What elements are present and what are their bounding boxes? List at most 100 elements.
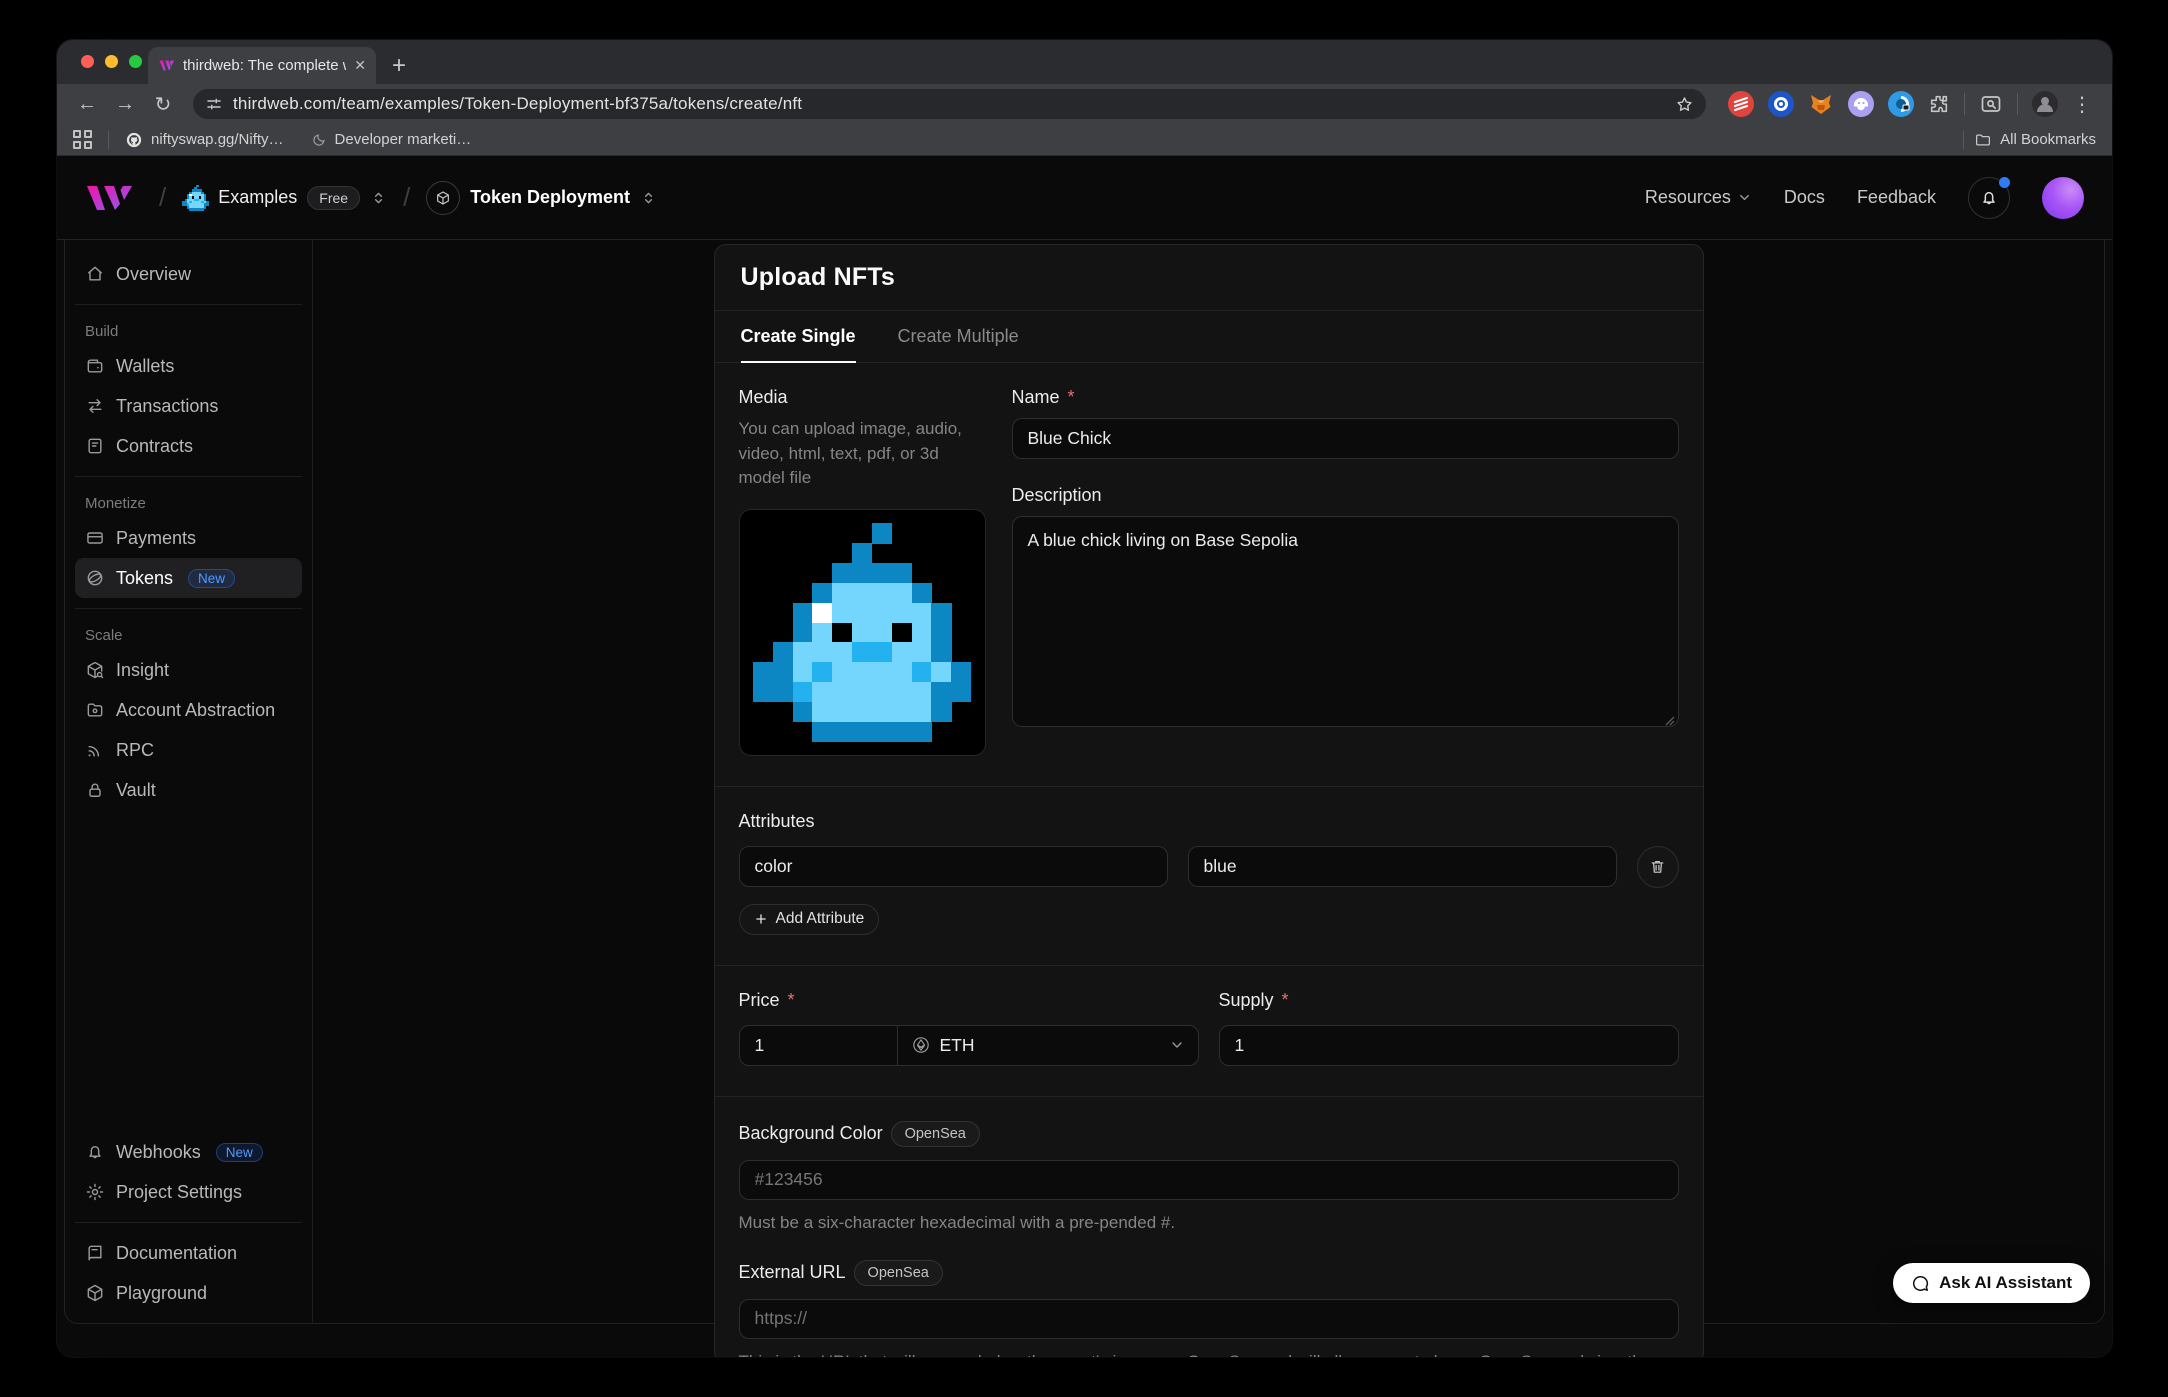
sidebar-item-webhooks[interactable]: Webhooks New [75, 1132, 302, 1172]
delete-attribute-button[interactable] [1637, 846, 1679, 888]
supply-input[interactable] [1219, 1025, 1679, 1066]
bookmark-label: Developer marketi… [335, 131, 472, 148]
apps-grid-icon[interactable] [73, 130, 92, 149]
bookmark-star-icon[interactable] [1675, 95, 1694, 114]
description-label: Description [1012, 485, 1679, 506]
sidebar-item-payments[interactable]: Payments [75, 518, 302, 558]
sidebar-item-label: Tokens [116, 568, 173, 589]
extensions-puzzle-icon[interactable] [1928, 93, 1950, 115]
ask-ai-assistant-button[interactable]: Ask AI Assistant [1893, 1263, 2090, 1303]
sidebar-item-account-abstraction[interactable]: Account Abstraction [75, 690, 302, 730]
browser-menu-kebab-icon[interactable]: ⋮ [2072, 88, 2092, 120]
sidebar-item-vault[interactable]: Vault [75, 770, 302, 810]
new-tab-button[interactable]: + [392, 47, 406, 84]
tab-search-icon[interactable] [1979, 92, 2003, 116]
chevron-down-icon [1169, 1037, 1185, 1053]
sidebar-item-label: Overview [116, 264, 191, 285]
chevron-up-down-icon[interactable] [640, 188, 657, 208]
panel-header: Upload NFTs [715, 245, 1703, 311]
price-amount-input[interactable] [740, 1026, 898, 1065]
nft-image-blue-chick [753, 523, 971, 741]
section-divider [715, 1096, 1703, 1097]
team-switcher[interactable]: Examples Free [182, 185, 387, 211]
sidebar-item-label: Account Abstraction [116, 700, 275, 721]
sidebar-item-rpc[interactable]: RPC [75, 730, 302, 770]
sidebar-item-label: Documentation [116, 1243, 237, 1264]
sidebar-divider [75, 608, 302, 609]
window-zoom-button[interactable] [129, 55, 142, 68]
window-minimize-button[interactable] [105, 55, 118, 68]
description-textarea[interactable] [1012, 516, 1679, 727]
back-button[interactable]: ← [71, 88, 103, 120]
sidebar-item-label: Vault [116, 780, 156, 801]
sidebar-item-label: Wallets [116, 356, 174, 377]
window-close-button[interactable] [81, 55, 94, 68]
sidebar-item-documentation[interactable]: Documentation [75, 1233, 302, 1273]
external-url-input[interactable] [739, 1299, 1679, 1339]
bookmark-item-developer[interactable]: Developer marketi… [312, 131, 472, 148]
ask-ai-assistant-label: Ask AI Assistant [1939, 1273, 2072, 1293]
nav-link-feedback[interactable]: Feedback [1857, 187, 1936, 208]
content-area: Upload NFTs Create Single Create Multipl… [313, 240, 2104, 1323]
project-switcher[interactable]: Token Deployment [426, 181, 657, 215]
attribute-name-input[interactable] [739, 846, 1168, 887]
tab-close-icon[interactable]: ✕ [354, 57, 366, 74]
notifications-button[interactable] [1968, 177, 2010, 219]
attribute-value-input[interactable] [1188, 846, 1617, 887]
reload-button[interactable]: ↻ [147, 88, 179, 120]
browser-profile-avatar[interactable] [2032, 91, 2058, 117]
sidebar-item-overview[interactable]: Overview [75, 254, 302, 294]
sidebar-item-transactions[interactable]: Transactions [75, 386, 302, 426]
sidebar-divider [75, 304, 302, 305]
plus-icon [754, 912, 768, 926]
media-helper: You can upload image, audio, video, html… [739, 417, 986, 491]
extension-metamask-icon[interactable] [1808, 91, 1834, 117]
thirdweb-logo[interactable] [85, 182, 143, 214]
eth-icon [911, 1035, 931, 1055]
bookmark-label: niftyswap.gg/Nifty… [151, 131, 284, 148]
tab-create-single[interactable]: Create Single [741, 311, 856, 363]
required-asterisk: * [1282, 990, 1289, 1011]
signal-icon [85, 740, 105, 760]
book-icon [85, 1243, 105, 1263]
new-badge: New [188, 569, 235, 588]
url-bar[interactable]: thirdweb.com/team/examples/Token-Deploym… [193, 89, 1706, 119]
user-avatar[interactable] [2042, 177, 2084, 219]
sidebar-item-project-settings[interactable]: Project Settings [75, 1172, 302, 1212]
sidebar-item-tokens[interactable]: Tokens New [75, 558, 302, 598]
add-attribute-button[interactable]: Add Attribute [739, 904, 880, 935]
sidebar-item-wallets[interactable]: Wallets [75, 346, 302, 386]
background-color-input[interactable] [739, 1160, 1679, 1200]
resize-handle-icon[interactable] [1663, 714, 1675, 726]
browser-tab[interactable]: thirdweb: The complete web3 ✕ [148, 47, 376, 84]
notification-dot [1999, 177, 2010, 188]
sidebar-item-contracts[interactable]: Contracts [75, 426, 302, 466]
sidebar-item-playground[interactable]: Playground [75, 1273, 302, 1313]
nav-link-docs[interactable]: Docs [1784, 187, 1825, 208]
nav-link-resources[interactable]: Resources [1645, 187, 1752, 208]
extension-red-icon[interactable] [1728, 91, 1754, 117]
price-field-group: ETH [739, 1025, 1199, 1066]
sidebar-section-monetize: Monetize [75, 487, 302, 518]
forward-button[interactable]: → [109, 88, 141, 120]
currency-select[interactable]: ETH [898, 1026, 1198, 1065]
cube-icon [85, 1283, 105, 1303]
extension-phantom-icon[interactable] [1848, 91, 1874, 117]
extension-blue-target-icon[interactable] [1768, 91, 1794, 117]
sidebar-item-label: Transactions [116, 396, 218, 417]
sidebar-item-insight[interactable]: Insight [75, 650, 302, 690]
tab-create-multiple[interactable]: Create Multiple [898, 311, 1019, 363]
external-url-helper: This is the URL that will appear below t… [739, 1350, 1679, 1357]
extension-blue-clock-icon[interactable] [1888, 91, 1914, 117]
media-upload-preview[interactable] [739, 509, 986, 756]
site-settings-tune-icon[interactable] [205, 95, 223, 113]
upload-nfts-panel: Upload NFTs Create Single Create Multipl… [714, 244, 1704, 1357]
team-avatar-chick [182, 185, 208, 211]
name-input[interactable] [1012, 418, 1679, 459]
required-asterisk: * [1068, 387, 1075, 408]
all-bookmarks-button[interactable]: All Bookmarks [1974, 131, 2096, 149]
chevron-up-down-icon[interactable] [370, 188, 387, 208]
name-label: Name* [1012, 387, 1679, 408]
browser-window: thirdweb: The complete web3 ✕ + ← → ↻ th… [57, 40, 2112, 1357]
bookmark-item-niftyswap[interactable]: niftyswap.gg/Nifty… [125, 131, 284, 149]
